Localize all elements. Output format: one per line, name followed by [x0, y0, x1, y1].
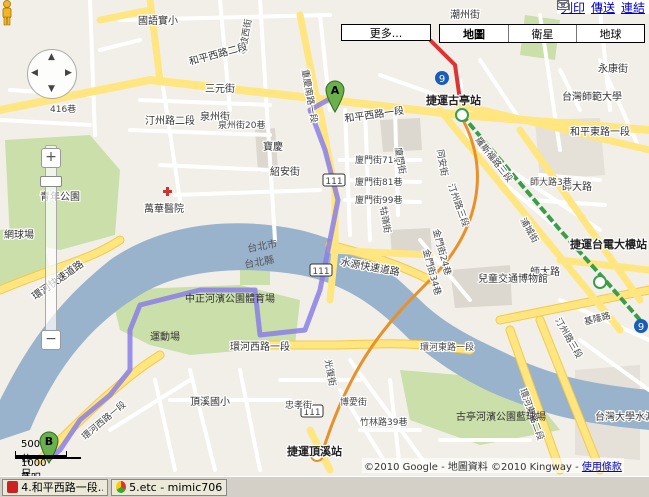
map-label: 忠孝街 — [285, 399, 312, 411]
map-type-map-button[interactable]: 地圖 — [440, 25, 508, 42]
map-label: 頂溪國小 — [190, 396, 230, 408]
map-label: 師大路3巷 — [530, 176, 572, 188]
terms-of-use-link[interactable]: 使用條款 — [582, 462, 622, 473]
taskbar-item-pdf[interactable]: 4.和平西路一段... — [2, 478, 108, 496]
pan-down-icon[interactable]: ▼ — [48, 84, 55, 94]
scale-bottom-label: 1000 英呎 — [21, 458, 47, 476]
map-label: 環河西路一段 — [230, 340, 290, 353]
pan-up-icon[interactable]: ▲ — [48, 52, 55, 62]
map-canvas[interactable]: 111 111 111 9 9 國語實小 寧波西街 重慶南路一段 和平西路二段 … — [0, 0, 649, 476]
street-view-pegman-icon[interactable] — [0, 0, 14, 26]
map-type-control: 更多... 地圖 衛星 地球 — [341, 24, 645, 43]
mrt-station-label: 捷運古亭站 — [426, 93, 481, 107]
map-label: 環河東路一段 — [420, 341, 474, 353]
map-label: 紹安街 — [270, 165, 300, 178]
svg-text:111: 111 — [312, 267, 329, 277]
link-link[interactable]: 連結 — [556, 0, 645, 16]
copyright-notice: ©2010 Google - 地圖資料 ©2010 Kingway - 使用條款 — [362, 458, 624, 473]
map-label: 寶慶 — [263, 140, 283, 153]
map-tiles: 111 111 111 9 9 國語實小 寧波西街 重慶南路一段 和平西路二段 … — [0, 0, 649, 476]
map-label: 永康街 — [598, 62, 628, 75]
route-shield-111: 111 — [322, 173, 346, 187]
zoom-slider-track[interactable] — [45, 145, 57, 342]
chrome-icon — [116, 481, 127, 493]
send-link[interactable]: 傳送 — [556, 0, 615, 16]
mrt-station-label: 捷運頂溪站 — [287, 444, 342, 458]
map-label: 汀州路二段 — [145, 114, 195, 127]
map-label: 和平東路一段 — [570, 125, 630, 138]
mrt-line-badge: 9 — [634, 319, 648, 333]
map-label: 台灣大學水源校區 — [595, 410, 649, 423]
map-label: 廈門街81巷 — [355, 176, 402, 188]
more-layers-button[interactable]: 更多... — [341, 24, 431, 41]
svg-text:A: A — [331, 84, 340, 97]
pdf-icon — [7, 481, 19, 493]
mrt-station-icon[interactable] — [593, 275, 607, 289]
zoom-slider-handle[interactable] — [40, 176, 62, 187]
mrt-line-badge: 9 — [435, 71, 449, 85]
map-label: 泉州街20巷 — [218, 119, 265, 131]
copyright-text: ©2010 Google - 地圖資料 ©2010 Kingway - — [364, 462, 582, 473]
taskbar-item-label: 4.和平西路一段... — [21, 481, 103, 494]
link-link-label: 連結 — [620, 0, 645, 15]
svg-text:111: 111 — [325, 177, 342, 187]
map-label: 博愛街 — [340, 396, 367, 408]
map-label: 古亭河濱公園藍球場 — [456, 410, 546, 423]
map-label: 竹林路39巷 — [360, 416, 407, 428]
map-label: 潮州街 — [450, 8, 480, 21]
svg-text:B: B — [45, 435, 53, 448]
map-label: 國語實小 — [138, 14, 178, 27]
map-label: 運動場 — [150, 330, 180, 343]
top-link-bar: 列印 傳送 連結 — [556, 0, 649, 16]
map-label: 廈門街99巷 — [355, 194, 402, 206]
map-type-satellite-button[interactable]: 衛星 — [508, 25, 576, 42]
pan-right-icon[interactable]: ▶ — [65, 68, 72, 78]
map-label: 416巷 — [50, 104, 76, 115]
mrt-station-icon[interactable] — [455, 108, 469, 122]
marker-a[interactable]: A — [324, 79, 346, 113]
map-label: 台灣師範大學 — [562, 90, 622, 103]
taskbar: 4.和平西路一段... 5.etc - mimic7061... — [0, 476, 649, 497]
taskbar-item-label: 5.etc - mimic7061... — [129, 480, 222, 494]
svg-text:9: 9 — [439, 74, 445, 85]
pan-left-icon[interactable]: ◀ — [31, 68, 38, 78]
map-label: 兒童交通博物館 — [478, 272, 548, 285]
pan-control[interactable]: ▲ ▼ ◀ ▶ — [27, 49, 77, 99]
map-label: 萬華醫院 — [144, 202, 184, 215]
map-type-group: 地圖 衛星 地球 — [439, 24, 645, 43]
map-label: 網球場 — [4, 228, 34, 241]
taskbar-item-chrome[interactable]: 5.etc - mimic7061... — [111, 478, 227, 496]
send-link-label: 傳送 — [590, 0, 615, 15]
map-label: 三元街 — [205, 82, 235, 95]
map-type-earth-button[interactable]: 地球 — [576, 25, 644, 42]
route-shield-111: 111 — [309, 263, 333, 277]
svg-text:9: 9 — [638, 322, 644, 333]
mrt-station-label: 捷運台電大樓站 — [570, 237, 647, 251]
zoom-in-button[interactable]: + — [41, 148, 61, 168]
zoom-out-button[interactable]: − — [41, 330, 61, 350]
map-label: 中正河濱公園體育場 — [185, 292, 275, 305]
link-icon — [556, 2, 569, 8]
